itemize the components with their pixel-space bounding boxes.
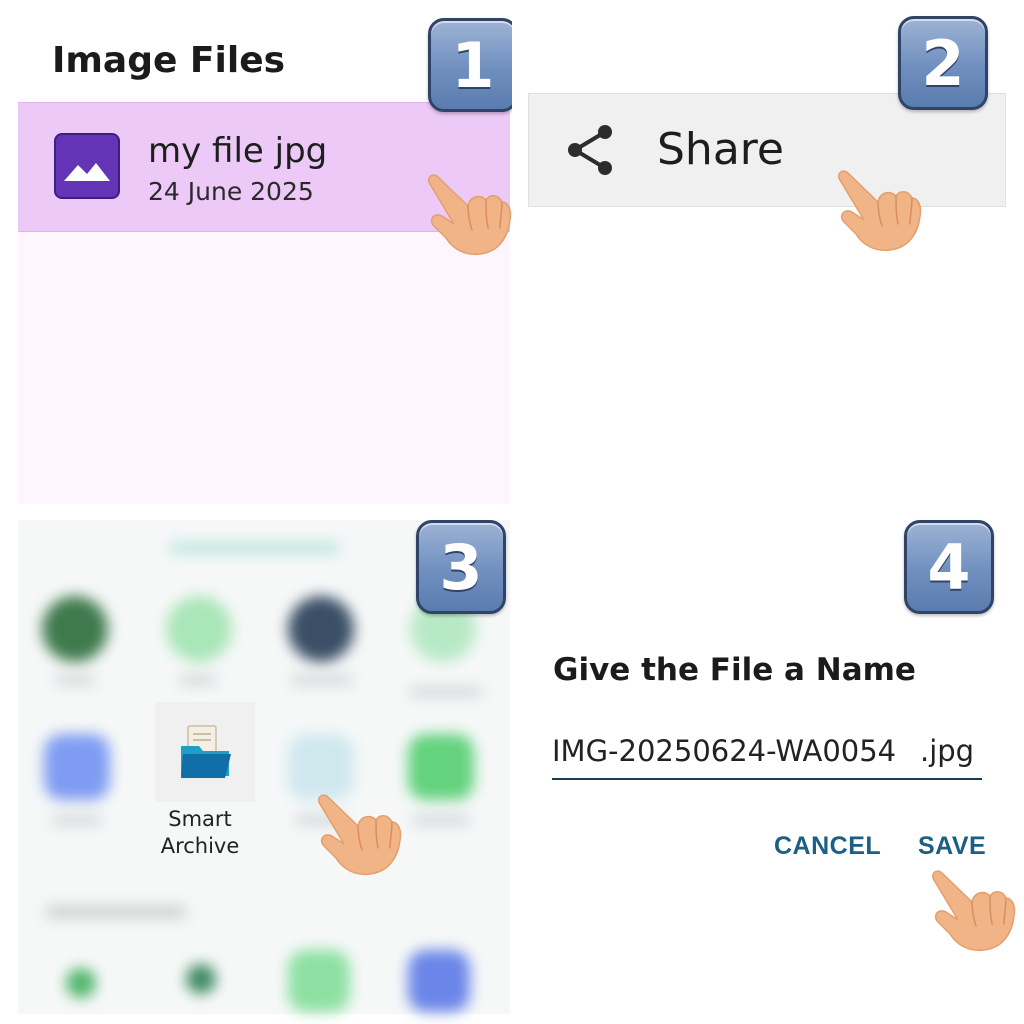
share-sheet-title-blurred	[170, 542, 340, 554]
pointing-hand-icon	[310, 792, 402, 876]
image-icon	[54, 133, 120, 199]
file-date: 24 June 2025	[148, 177, 314, 206]
smart-archive-label-line1: Smart	[168, 807, 232, 831]
step-1-badge: 1	[428, 18, 512, 112]
step-4-badge: 4	[904, 520, 994, 614]
blurred-label	[410, 688, 482, 696]
file-name-field[interactable]: IMG-20250624-WA0054 .jpg	[552, 730, 982, 780]
folder-archive-icon	[181, 725, 231, 778]
app-icon-blurred[interactable]	[44, 734, 110, 800]
app-icon-blurred[interactable]	[408, 950, 470, 1012]
file-name: my file jpg	[148, 131, 328, 171]
blurred-label	[412, 816, 470, 824]
pointing-hand-icon	[420, 172, 512, 256]
file-list-area	[18, 230, 510, 504]
pointing-hand-icon	[924, 868, 1016, 952]
app-icon-blurred[interactable]	[66, 968, 96, 998]
blurred-label	[292, 676, 352, 684]
file-name-value: IMG-20250624-WA0054	[552, 734, 897, 768]
smart-archive-label-line2: Archive	[160, 834, 240, 858]
share-icon	[568, 125, 612, 175]
pointing-hand-icon	[830, 168, 922, 252]
share-label: Share	[657, 124, 784, 175]
blurred-label	[55, 676, 95, 684]
blurred-section-heading	[46, 906, 186, 918]
dialog-title: Give the File a Name	[553, 652, 916, 688]
step-4-panel: 4 Give the File a Name IMG-20250624-WA00…	[512, 512, 1024, 1024]
step-1-panel: Image Files my file jpg 24 June 2025 1	[0, 0, 512, 510]
blurred-label	[180, 676, 216, 684]
smart-archive-label: Smart Archive	[140, 806, 260, 860]
step-3-badge: 3	[416, 520, 506, 614]
step-2-badge: 2	[898, 16, 988, 110]
step-3-panel: Smart Archive 3	[0, 512, 512, 1024]
step-2-panel: Share 2	[512, 0, 1024, 510]
share-menu-item[interactable]: Share	[528, 93, 1006, 207]
save-button[interactable]: SAVE	[918, 832, 986, 861]
app-icon-blurred[interactable]	[288, 950, 350, 1012]
contact-avatar-blurred[interactable]	[42, 596, 108, 662]
file-extension: .jpg	[920, 734, 975, 768]
contact-avatar-blurred[interactable]	[166, 596, 232, 662]
contact-avatar-blurred[interactable]	[288, 596, 354, 662]
app-icon-blurred[interactable]	[186, 964, 216, 994]
image-files-heading: Image Files	[52, 40, 286, 81]
smart-archive-app[interactable]	[155, 702, 255, 802]
app-icon-blurred[interactable]	[408, 734, 474, 800]
cancel-button[interactable]: CANCEL	[774, 832, 881, 861]
blurred-label	[52, 816, 102, 824]
app-icon-blurred[interactable]	[288, 734, 354, 800]
